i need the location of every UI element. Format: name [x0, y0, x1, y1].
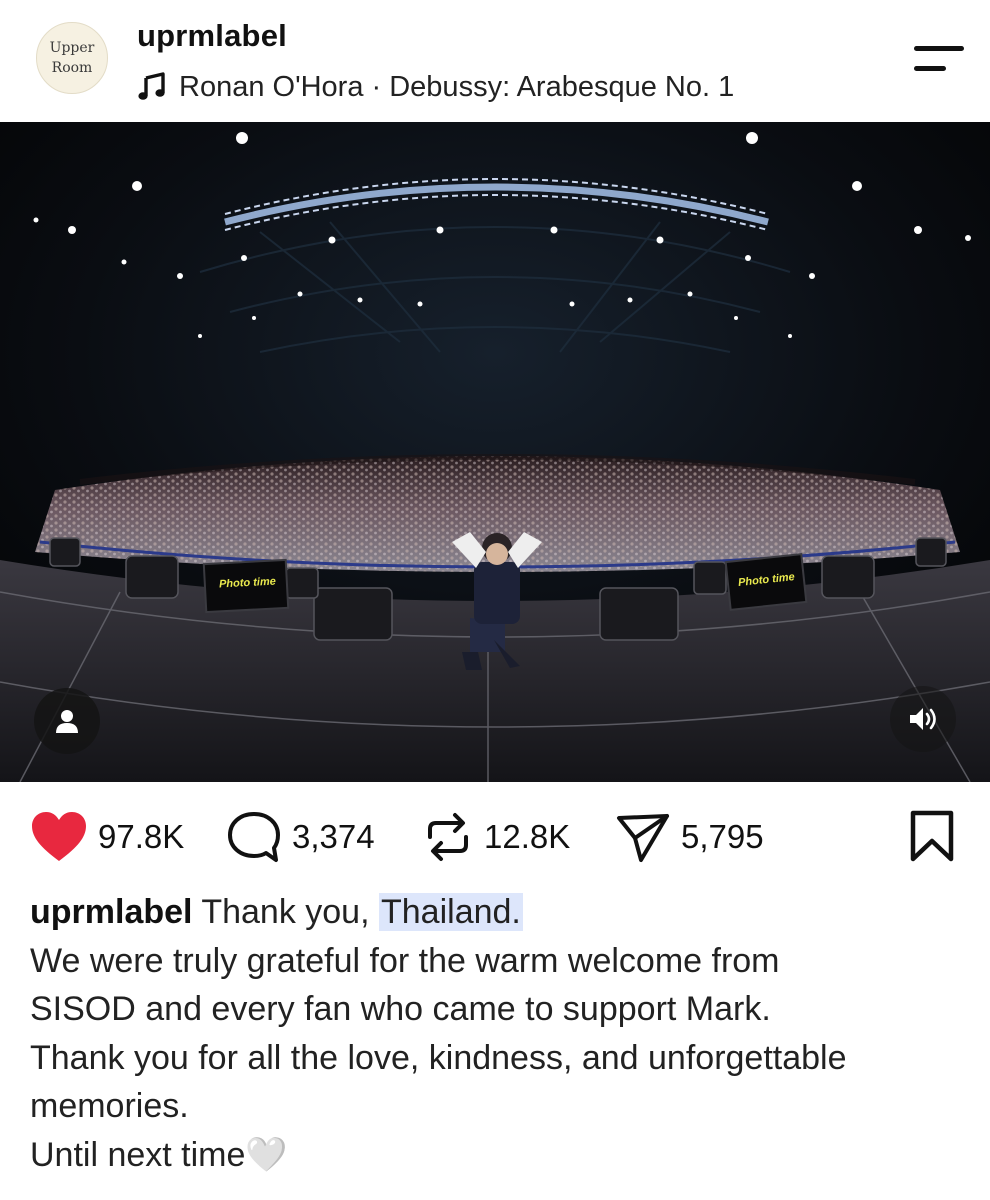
- send-icon: [617, 814, 669, 862]
- comment-icon: [228, 812, 280, 862]
- post-caption: uprmlabel Thank you, Thailand. We were t…: [30, 888, 970, 1179]
- repost-icon: [428, 813, 468, 861]
- like-count: 97.8K: [98, 818, 185, 855]
- repost-button[interactable]: 12.8K: [422, 806, 570, 868]
- tagged-users-button[interactable]: [34, 688, 100, 754]
- user-tag-icon: [56, 710, 78, 733]
- post-header: Upper Room uprmlabel Ronan O'Hora · Debu…: [0, 0, 990, 122]
- music-note-icon: [138, 72, 165, 100]
- bookmark-icon[interactable]: [908, 810, 956, 862]
- caption-highlighted-text: Thailand.: [379, 893, 523, 931]
- caption-line-1: uprmlabel Thank you, Thailand.: [30, 888, 970, 937]
- comment-count: 3,374: [292, 818, 375, 855]
- caption-line-3: SISOD and every fan who came to support …: [30, 990, 771, 1028]
- like-button[interactable]: 97.8K: [30, 806, 184, 868]
- menu-icon-bar: [914, 66, 946, 71]
- post-media[interactable]: Photo time Photo time: [0, 122, 990, 782]
- menu-button[interactable]: [906, 42, 966, 78]
- caption-text-start: Thank you,: [201, 893, 370, 931]
- music-track-label: Ronan O'Hora · Debussy: Arabesque No. 1: [179, 70, 735, 103]
- sound-toggle-button[interactable]: [890, 686, 956, 752]
- share-button[interactable]: 5,795: [615, 806, 764, 868]
- avatar-text-room: Room: [51, 60, 93, 76]
- caption-username[interactable]: uprmlabel: [30, 893, 192, 931]
- concert-photo: [0, 122, 990, 782]
- caption-line-4: Thank you for all the love, kindness, an…: [30, 1038, 847, 1077]
- menu-icon: [914, 46, 964, 51]
- caption-line-2: We were truly grateful for the warm welc…: [30, 941, 780, 980]
- post-actions: 97.8K 3,374 12.8K 5,795: [0, 800, 990, 880]
- heart-icon: [32, 812, 86, 861]
- profile-avatar[interactable]: Upper Room: [36, 22, 108, 94]
- comment-button[interactable]: 3,374: [226, 806, 375, 868]
- repost-count: 12.8K: [484, 818, 571, 855]
- caption-line-5: memories.: [30, 1087, 189, 1125]
- avatar-text-upper: Upper: [49, 40, 95, 56]
- post-username[interactable]: uprmlabel: [137, 18, 287, 54]
- caption-line-6: Until next time🤍: [30, 1135, 288, 1174]
- speaker-icon: [910, 708, 936, 730]
- music-info[interactable]: Ronan O'Hora · Debussy: Arabesque No. 1: [137, 68, 734, 106]
- share-count: 5,795: [681, 818, 764, 855]
